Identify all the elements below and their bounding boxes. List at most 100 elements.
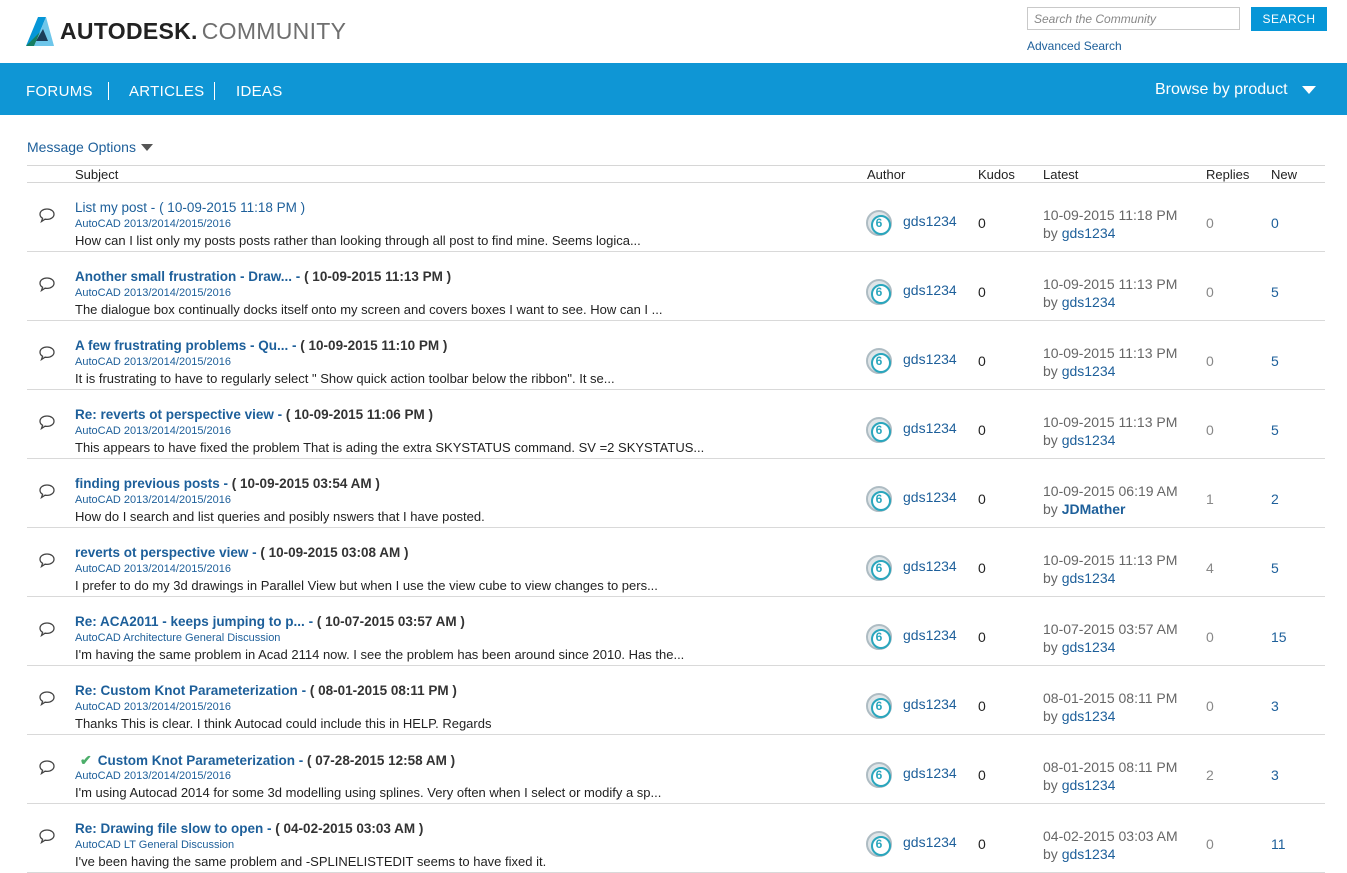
message-teaser: This appears to have fixed the problem T… xyxy=(75,440,705,455)
author-link[interactable]: gds1234 xyxy=(903,627,957,643)
message-subject-link[interactable]: finding previous posts - ( 10-09-2015 03… xyxy=(75,476,380,491)
message-subject-link[interactable]: List my post - ( 10-09-2015 11:18 PM ) xyxy=(75,200,305,215)
latest-author-link[interactable]: gds1234 xyxy=(1062,570,1116,586)
latest-by: by gds1234 xyxy=(1043,294,1115,310)
new-count-link[interactable]: 5 xyxy=(1271,353,1279,369)
browse-by-product-dropdown[interactable]: Browse by product xyxy=(1155,81,1316,99)
message-date: ( 10-07-2015 03:57 AM ) xyxy=(316,614,465,629)
new-count-link[interactable]: 5 xyxy=(1271,422,1279,438)
latest-author-link[interactable]: gds1234 xyxy=(1062,225,1116,241)
author-link[interactable]: gds1234 xyxy=(903,420,957,436)
col-subject: Subject xyxy=(75,167,119,182)
avatar-rank: 6 xyxy=(875,699,883,713)
table-row: finding previous posts - ( 10-09-2015 03… xyxy=(27,459,1325,528)
message-subject-link[interactable]: Another small frustration - Draw... - ( … xyxy=(75,269,451,284)
author-link[interactable]: gds1234 xyxy=(903,558,957,574)
latest-by-prefix: by xyxy=(1043,846,1058,862)
latest-by-prefix: by xyxy=(1043,225,1058,241)
author-link[interactable]: gds1234 xyxy=(903,489,957,505)
autodesk-logo[interactable]: AUTODESK. COMMUNITY xyxy=(26,17,346,46)
latest-author-link[interactable]: gds1234 xyxy=(1062,777,1116,793)
latest-author-link[interactable]: gds1234 xyxy=(1062,846,1116,862)
board-link[interactable]: AutoCAD Architecture General Discussion xyxy=(75,632,280,644)
kudos-count: 0 xyxy=(978,836,986,852)
board-link[interactable]: AutoCAD 2013/2014/2015/2016 xyxy=(75,356,231,368)
message-title: Another small frustration - Draw... xyxy=(75,269,293,284)
message-subject-link[interactable]: Re: Drawing file slow to open - ( 04-02-… xyxy=(75,821,423,836)
message-subject-link[interactable]: reverts ot perspective view - ( 10-09-20… xyxy=(75,545,408,560)
latest-author-link[interactable]: gds1234 xyxy=(1062,708,1116,724)
search-button[interactable]: SEARCH xyxy=(1251,7,1327,31)
author-link[interactable]: gds1234 xyxy=(903,834,957,850)
avatar[interactable]: 6 xyxy=(866,555,892,581)
board-link[interactable]: AutoCAD 2013/2014/2015/2016 xyxy=(75,563,231,575)
author-link[interactable]: gds1234 xyxy=(903,765,957,781)
avatar[interactable]: 6 xyxy=(866,693,892,719)
table-row: Re: Custom Knot Parameterization - ( 08-… xyxy=(27,666,1325,735)
message-title: Re: Custom Knot Parameterization xyxy=(75,683,298,698)
board-link[interactable]: AutoCAD 2013/2014/2015/2016 xyxy=(75,425,231,437)
new-count-link[interactable]: 0 xyxy=(1271,215,1279,231)
new-count-link[interactable]: 15 xyxy=(1271,629,1287,645)
latest-by: by gds1234 xyxy=(1043,225,1115,241)
latest-by-prefix: by xyxy=(1043,501,1058,517)
board-link[interactable]: AutoCAD 2013/2014/2015/2016 xyxy=(75,287,231,299)
board-link[interactable]: AutoCAD 2013/2014/2015/2016 xyxy=(75,218,231,230)
avatar[interactable]: 6 xyxy=(866,762,892,788)
col-author: Author xyxy=(867,167,906,182)
chevron-down-icon xyxy=(140,143,153,151)
latest-author-link[interactable]: gds1234 xyxy=(1062,294,1116,310)
new-count-link[interactable]: 5 xyxy=(1271,284,1279,300)
new-count-link[interactable]: 3 xyxy=(1271,698,1279,714)
latest-by: by gds1234 xyxy=(1043,639,1115,655)
avatar[interactable]: 6 xyxy=(866,210,892,236)
author-link[interactable]: gds1234 xyxy=(903,282,957,298)
brand-community: COMMUNITY xyxy=(201,18,347,44)
message-date: ( 10-09-2015 11:18 PM ) xyxy=(159,200,306,215)
message-subject-link[interactable]: Re: reverts ot perspective view - ( 10-0… xyxy=(75,407,433,422)
kudos-count: 0 xyxy=(978,560,986,576)
board-link[interactable]: AutoCAD 2013/2014/2015/2016 xyxy=(75,701,231,713)
avatar[interactable]: 6 xyxy=(866,417,892,443)
latest-by: by gds1234 xyxy=(1043,777,1115,793)
latest-author-link[interactable]: gds1234 xyxy=(1062,432,1116,448)
table-row: Re: reverts ot perspective view - ( 10-0… xyxy=(27,390,1325,459)
nav-ideas[interactable]: IDEAS xyxy=(236,83,283,100)
new-count-link[interactable]: 5 xyxy=(1271,560,1279,576)
message-date: ( 10-09-2015 03:54 AM ) xyxy=(231,476,380,491)
message-subject-link[interactable]: A few frustrating problems - Qu... - ( 1… xyxy=(75,338,447,353)
avatar[interactable]: 6 xyxy=(866,831,892,857)
latest-date: 08-01-2015 08:11 PM xyxy=(1043,759,1178,775)
avatar[interactable]: 6 xyxy=(866,348,892,374)
author-link[interactable]: gds1234 xyxy=(903,696,957,712)
latest-author-link[interactable]: gds1234 xyxy=(1062,639,1116,655)
kudos-count: 0 xyxy=(978,698,986,714)
board-link[interactable]: AutoCAD 2013/2014/2015/2016 xyxy=(75,770,231,782)
avatar[interactable]: 6 xyxy=(866,279,892,305)
board-link[interactable]: AutoCAD 2013/2014/2015/2016 xyxy=(75,494,231,506)
nav-articles[interactable]: ARTICLES xyxy=(129,83,204,100)
author-link[interactable]: gds1234 xyxy=(903,213,957,229)
message-subject-link[interactable]: ✔ Custom Knot Parameterization - ( 07-28-… xyxy=(75,752,455,769)
latest-author-link[interactable]: JDMather xyxy=(1062,501,1126,517)
speech-bubble-icon xyxy=(39,207,55,224)
advanced-search-link[interactable]: Advanced Search xyxy=(1027,39,1122,53)
replies-count: 0 xyxy=(1206,836,1214,852)
avatar[interactable]: 6 xyxy=(866,486,892,512)
board-link[interactable]: AutoCAD LT General Discussion xyxy=(75,839,234,851)
nav-forums[interactable]: FORUMS xyxy=(26,83,93,100)
author-link[interactable]: gds1234 xyxy=(903,351,957,367)
latest-author-link[interactable]: gds1234 xyxy=(1062,363,1116,379)
replies-count: 1 xyxy=(1206,491,1214,507)
new-count-link[interactable]: 11 xyxy=(1271,836,1286,852)
search-input[interactable] xyxy=(1027,7,1240,30)
avatar-rank: 6 xyxy=(875,630,883,644)
col-new: New xyxy=(1271,167,1298,182)
message-options-menu[interactable]: Message Options xyxy=(27,139,153,155)
subject-separator: - xyxy=(223,476,229,491)
new-count-link[interactable]: 3 xyxy=(1271,767,1279,783)
new-count-link[interactable]: 2 xyxy=(1271,491,1279,507)
avatar[interactable]: 6 xyxy=(866,624,892,650)
message-subject-link[interactable]: Re: ACA2011 - keeps jumping to p... - ( … xyxy=(75,614,465,629)
message-subject-link[interactable]: Re: Custom Knot Parameterization - ( 08-… xyxy=(75,683,457,698)
